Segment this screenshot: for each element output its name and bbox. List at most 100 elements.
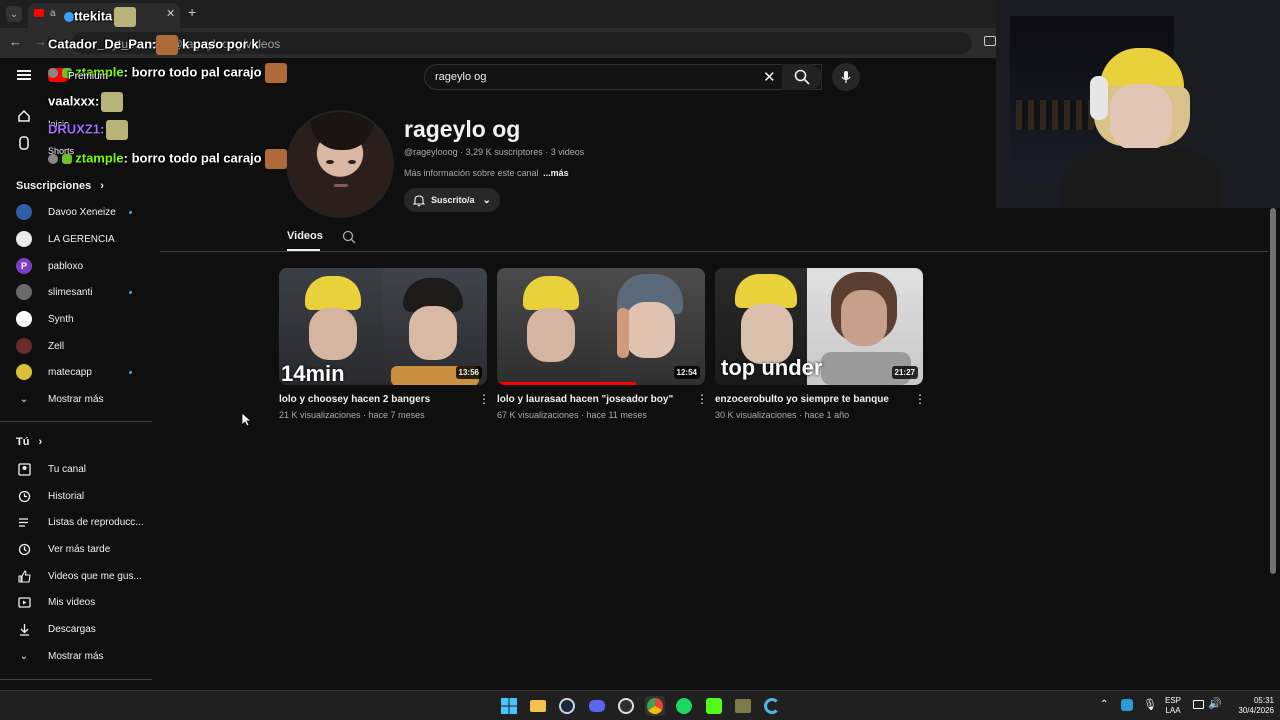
history-icon [16,488,32,504]
clock-icon [16,541,32,557]
video-title[interactable]: enzocerobulto yo siempre te banque [715,394,911,405]
channel-avatar-large[interactable] [286,110,394,218]
thumbnail-overlay-text: 14min [281,361,345,385]
tab-title-prefix: a [50,8,56,19]
tray-app-icon[interactable] [1121,699,1133,711]
search-bar[interactable]: rageylo og ✕ [424,64,822,90]
chat-username: vaalxxx: [48,93,100,109]
network-icon[interactable] [1193,700,1204,709]
chat-message: DRUXZ1: [48,120,129,140]
subscription-label: LA GERENCIA [48,233,115,245]
page-scrollbar[interactable] [1270,208,1276,574]
search-input[interactable]: rageylo og [435,71,486,83]
sidebar-item-ver-mas-tarde[interactable]: Ver más tarde [16,537,110,561]
channel-avatar [16,231,32,247]
chat-username: ztample [75,150,124,166]
subscription-label: Zell [48,340,65,352]
clear-search-icon[interactable]: ✕ [763,68,776,86]
you-heading[interactable]: Tú › [16,436,42,448]
subscription-item[interactable]: matecapp [16,360,92,384]
voice-search-button[interactable] [832,63,860,91]
show-more-subscriptions[interactable]: ⌄ Mostrar más [16,387,104,411]
game-app-icon[interactable] [733,696,753,716]
more-vert-icon[interactable]: ⋮ [696,393,708,405]
channel-search-icon[interactable] [342,230,356,244]
tab-videos[interactable]: Videos [287,230,323,242]
subscription-item[interactable]: slimesanti [16,280,92,304]
sidebar-item-label: Descargas [48,623,96,635]
discord-icon[interactable] [587,696,607,716]
video-thumbnail[interactable]: 14min 13:56 [279,268,487,385]
channel-about-more[interactable]: ...más [543,168,569,178]
subscription-label: pabloxo [48,260,84,272]
search-button[interactable] [782,64,822,90]
video-title[interactable]: lolo y choosey hacen 2 bangers [279,394,475,405]
clock[interactable]: 05:31 30/4/2026 [1222,696,1274,716]
playlist-icon [16,514,32,530]
chat-badge-icon [48,154,58,164]
youtube-favicon-icon [34,9,44,17]
steam-icon[interactable] [557,696,577,716]
ccleaner-icon[interactable] [762,696,782,716]
sidebar-item-listas[interactable]: Listas de reproducc... [16,510,144,534]
webcam-headphones [1090,76,1108,120]
watch-progress-bar [497,382,637,385]
subscription-item[interactable]: Davoo Xeneize [16,200,116,224]
tray-microphone-icon[interactable]: 🎙 [1143,698,1157,711]
back-arrow-icon[interactable]: ← [9,34,22,49]
channel-about-text: Más información sobre este canal [404,168,539,178]
channel-icon [16,461,32,477]
sidebar-item-descargas[interactable]: Descargas [16,617,96,641]
sidebar-item-label: Tu canal [48,463,86,475]
video-title[interactable]: lolo y laurasad hacen "joseador boy" [497,394,693,405]
thumbnail-overlay-text: top under [721,355,823,380]
emote-icon [106,120,129,140]
chevron-down-icon: ⌄ [19,393,29,405]
language-indicator[interactable]: ESP LAA [1163,696,1183,716]
menu-icon[interactable] [17,70,31,80]
subscription-item[interactable]: Synth [16,307,74,331]
channel-about[interactable]: Más información sobre este canal ...más [404,168,569,178]
more-vert-icon[interactable]: ⋮ [914,393,926,405]
file-explorer-icon[interactable] [528,696,548,716]
subscription-item[interactable]: Zell [16,334,64,358]
show-more-you[interactable]: ⌄ Mostrar más [16,644,104,668]
chrome-icon[interactable] [645,696,665,716]
subscription-item[interactable]: Ppabloxo [16,254,83,278]
sidebar-item-videos-que-me-gustan[interactable]: Videos que me gus... [16,564,142,588]
spotify-icon[interactable] [674,696,694,716]
download-icon [16,621,32,637]
sidebar-item-historial[interactable]: Historial [16,484,84,508]
sidebar-item-tu-canal[interactable]: Tu canal [16,457,86,481]
tab-close-icon[interactable]: ✕ [166,7,175,20]
my-videos-icon [16,594,32,610]
video-card[interactable]: top under 21:27 enzocerobulto yo siempre… [715,268,926,420]
channel-meta: @rageylooog · 3,29 K suscriptores · 3 vi… [404,147,585,157]
kick-icon[interactable] [704,696,724,716]
subscribed-button[interactable]: Suscrito/a ⌄ [404,188,500,212]
volume-icon[interactable]: 🔊 [1208,697,1222,710]
video-thumbnail[interactable]: 12:54 [497,268,705,385]
channel-avatar [16,364,32,380]
video-card[interactable]: 14min 13:56 lolo y choosey hacen 2 bange… [279,268,490,420]
start-button-icon[interactable] [499,696,519,716]
obs-icon[interactable] [616,696,636,716]
chat-username: DRUXZ1: [48,121,105,137]
video-thumbnail[interactable]: top under 21:27 [715,268,923,385]
webcam-overlay [996,0,1280,208]
forward-arrow-icon[interactable]: → [34,34,47,49]
chat-text: k paso por k [178,36,259,52]
language-top: ESP [1164,696,1181,705]
clock-date: 30/4/2026 [1238,706,1274,715]
sidebar-item-mis-videos[interactable]: Mis videos [16,590,95,614]
install-app-icon[interactable] [984,36,996,46]
tabs-divider [160,251,1268,252]
more-vert-icon[interactable]: ⋮ [478,393,490,405]
subscriptions-heading[interactable]: Suscripciones › [16,180,104,192]
chevron-up-icon[interactable]: ⌃ [1100,699,1108,710]
new-tab-button[interactable]: + [188,4,196,20]
subscription-item[interactable]: LA GERENCIA [16,227,115,251]
tab-list-button[interactable]: ⌄ [6,6,22,22]
channel-avatar [16,204,32,220]
video-card[interactable]: 12:54 lolo y laurasad hacen "joseador bo… [497,268,708,420]
